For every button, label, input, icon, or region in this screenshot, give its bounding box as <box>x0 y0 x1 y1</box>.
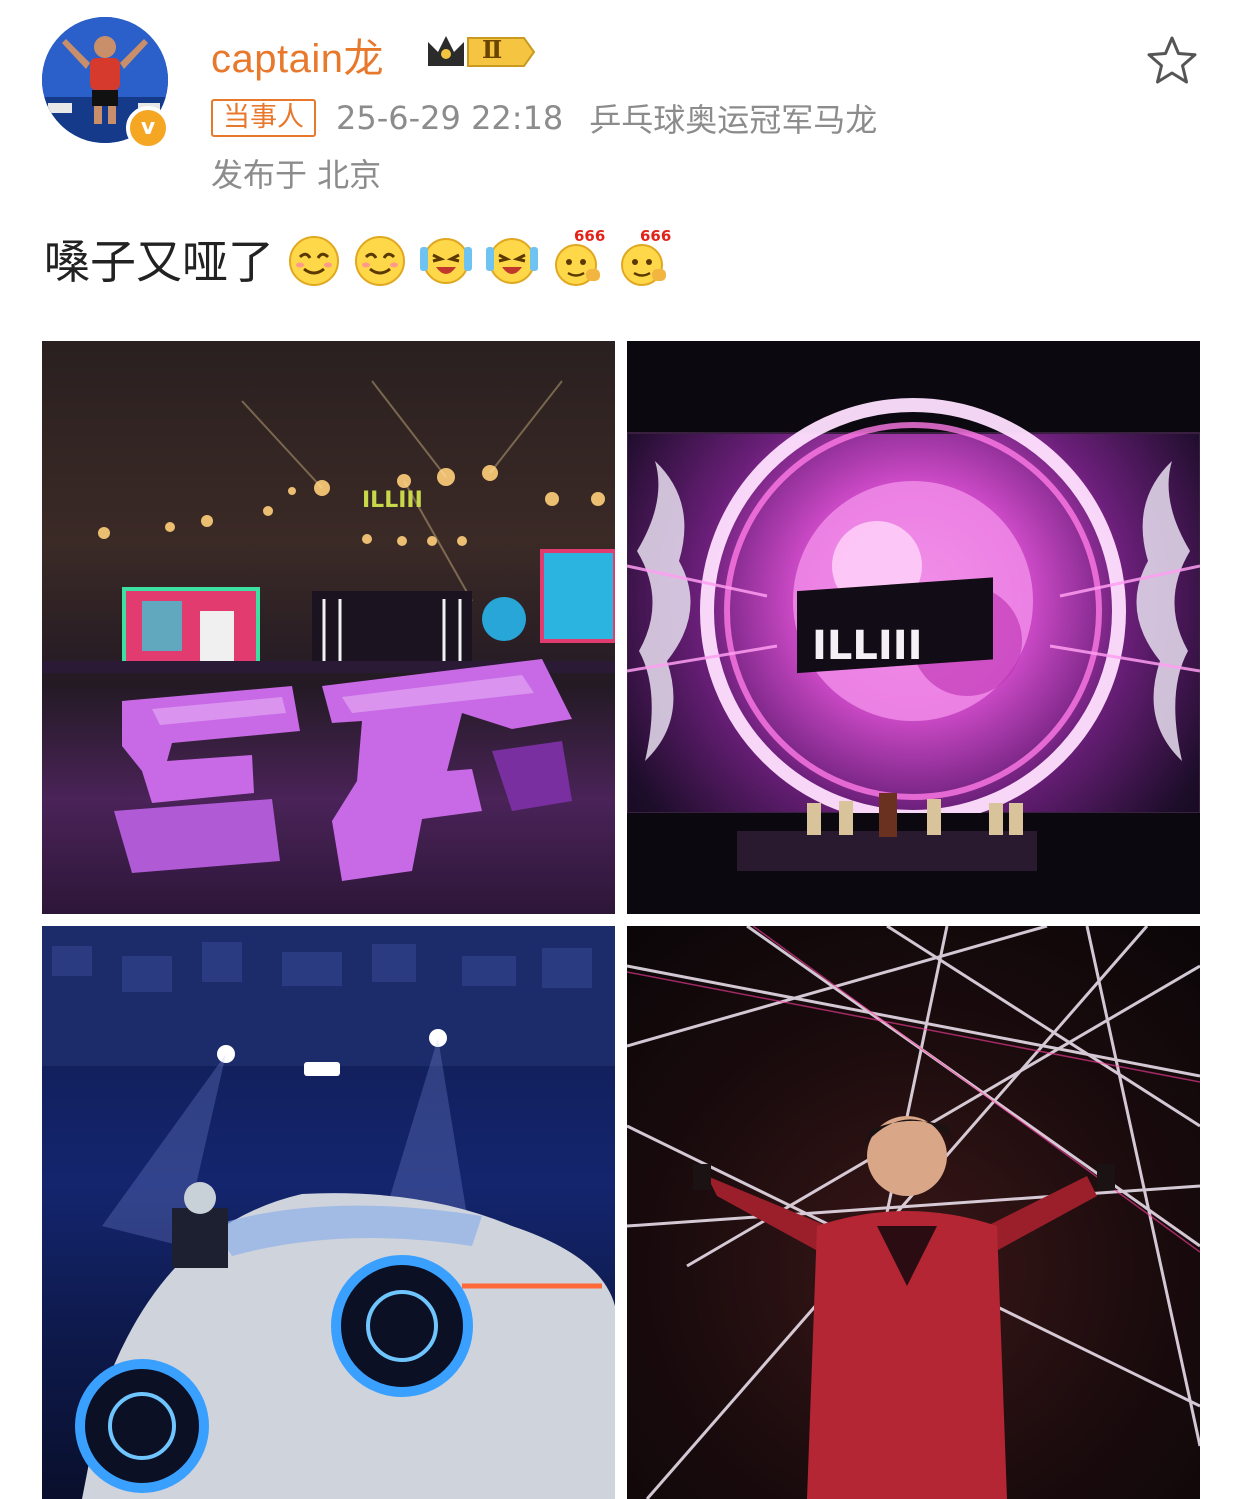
rank-badge[interactable]: Ⅱ <box>424 30 538 74</box>
stage-logo-small: ILLIII <box>362 488 423 513</box>
photo-car-stage[interactable] <box>42 926 615 1499</box>
svg-text:ILLIII: ILLIII <box>812 623 923 669</box>
source-label[interactable]: 乒乓球奥运冠军马龙 <box>589 95 877 141</box>
star-icon[interactable] <box>1146 35 1198 87</box>
smile-emoji-icon <box>286 231 342 287</box>
laugh-cry-emoji-icon <box>418 231 474 287</box>
stage-logo-screen: ILLIII <box>797 577 993 674</box>
666-emoji-icon: 666 <box>550 227 606 287</box>
rank-badge-label: Ⅱ <box>482 35 503 64</box>
emoji-666-label: 666 <box>574 227 606 245</box>
location-label: 发布于 北京 <box>211 156 382 194</box>
meta-row: 当事人 25-6-29 22:18 乒乓球奥运冠军马龙 <box>211 95 877 141</box>
timestamp: 25-6-29 22:18 <box>336 99 564 137</box>
verified-icon: v <box>126 106 170 150</box>
666-emoji-icon: 666 <box>616 227 672 287</box>
smile-emoji-icon <box>352 231 408 287</box>
emoji-666-label: 666 <box>640 227 672 245</box>
post-text-row: 嗓子又哑了 666 666 <box>44 226 672 292</box>
post-text: 嗓子又哑了 <box>44 235 274 289</box>
laugh-cry-emoji-icon <box>484 231 540 287</box>
photo-stage-logo[interactable]: ILLIII <box>42 341 615 914</box>
photo-pink-orb-stage[interactable]: ILLIII <box>627 341 1200 914</box>
username[interactable]: captain龙 <box>211 26 384 84</box>
author-tag: 当事人 <box>211 99 316 137</box>
photo-laser-performer[interactable] <box>627 926 1200 1499</box>
